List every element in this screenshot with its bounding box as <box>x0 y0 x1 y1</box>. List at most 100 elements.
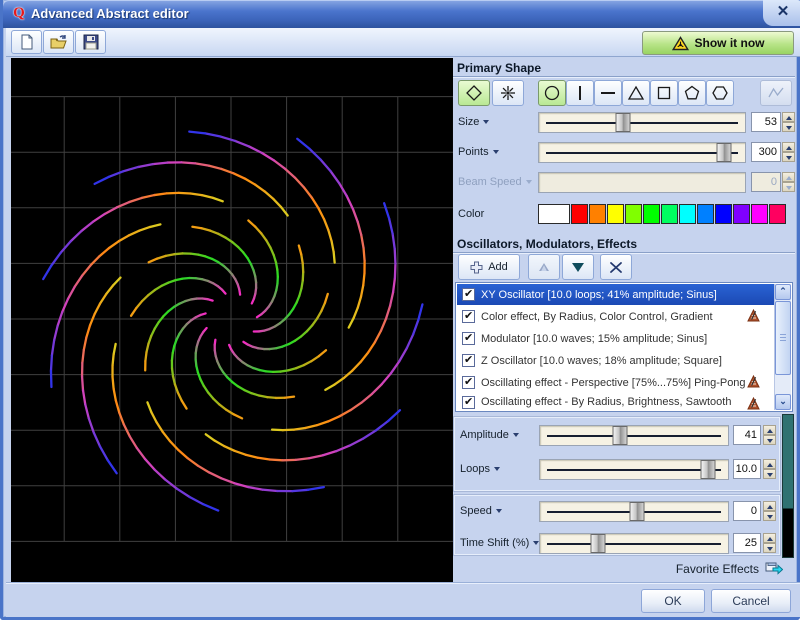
open-button[interactable] <box>43 30 74 54</box>
effect-row-3[interactable]: Z Oscillator [10.0 waves; 18% amplitude;… <box>457 350 774 371</box>
effect-row-2[interactable]: Modulator [10.0 waves; 15% amplitude; Si… <box>457 328 774 349</box>
speed-label: Speed <box>460 505 502 517</box>
effects-scrollbar[interactable]: ⌃ ⌄ <box>774 284 791 410</box>
scroll-up-button[interactable]: ⌃ <box>775 284 791 300</box>
beam-speed-spin-down[interactable] <box>782 182 795 192</box>
effect-checkbox-3[interactable] <box>462 354 475 367</box>
star-burst-mode-button[interactable] <box>492 80 524 106</box>
points-slider[interactable] <box>538 142 746 163</box>
save-floppy-icon <box>83 34 99 50</box>
color-swatch-2[interactable] <box>589 204 606 224</box>
time-shift-spin-down[interactable] <box>763 543 776 553</box>
effect-checkbox-5[interactable] <box>462 396 475 409</box>
time-shift-spin-up[interactable] <box>763 533 776 543</box>
color-swatch-6[interactable] <box>661 204 678 224</box>
time-shift-slider-thumb[interactable] <box>590 534 605 553</box>
loops-spin-up[interactable] <box>763 459 776 469</box>
delete-effect-button[interactable] <box>600 254 632 280</box>
amplitude-slider[interactable] <box>539 425 729 446</box>
metronome-icon <box>747 375 760 391</box>
speed-slider[interactable] <box>539 501 729 522</box>
color-swatch-10[interactable] <box>733 204 750 224</box>
color-swatch-12[interactable] <box>769 204 786 224</box>
points-value[interactable]: 300 <box>751 142 781 162</box>
color-swatch-5[interactable] <box>643 204 660 224</box>
shape-vertical-line-button[interactable] <box>566 80 594 106</box>
speed-value[interactable]: 0 <box>733 501 761 521</box>
freehand-wave-icon <box>767 84 785 102</box>
scroll-down-button[interactable]: ⌄ <box>775 394 791 410</box>
window-title: Advanced Abstract editor <box>31 6 189 21</box>
shape-freehand-wave-button[interactable] <box>760 80 792 106</box>
points-spin-up[interactable] <box>782 142 795 152</box>
shape-triangle-button[interactable] <box>622 80 650 106</box>
size-dropdown-icon[interactable] <box>483 120 489 124</box>
effect-checkbox-4[interactable] <box>462 376 475 389</box>
abstract-diamond-mode-button[interactable] <box>458 80 490 106</box>
points-dropdown-icon[interactable] <box>493 150 499 154</box>
amplitude-dropdown-icon[interactable] <box>513 433 519 437</box>
shape-square-button[interactable] <box>650 80 678 106</box>
save-button[interactable] <box>75 30 106 54</box>
amplitude-spin-down[interactable] <box>763 435 776 445</box>
shape-hexagon-button[interactable] <box>706 80 734 106</box>
size-spin-up[interactable] <box>782 112 795 122</box>
effects-list[interactable]: XY Oscillator [10.0 loops; 41% amplitude… <box>455 282 793 412</box>
size-slider-thumb[interactable] <box>616 113 631 132</box>
speed-spin-down[interactable] <box>763 511 776 521</box>
cancel-button[interactable]: Cancel <box>711 589 791 613</box>
speed-dropdown-icon[interactable] <box>496 509 502 513</box>
move-effect-down-button[interactable] <box>562 254 594 280</box>
new-button[interactable] <box>11 30 42 54</box>
beam-speed-value[interactable]: 0 <box>751 172 781 192</box>
shape-horizontal-line-button[interactable] <box>594 80 622 106</box>
beam-speed-spin-up[interactable] <box>782 172 795 182</box>
loops-slider-thumb[interactable] <box>700 460 715 479</box>
time-shift-slider[interactable] <box>539 533 729 554</box>
size-spin-down[interactable] <box>782 122 795 132</box>
color-swatch-3[interactable] <box>607 204 624 224</box>
shape-pentagon-button[interactable] <box>678 80 706 106</box>
amplitude-spin-up[interactable] <box>763 425 776 435</box>
shape-circle-button[interactable] <box>538 80 566 106</box>
effect-label-1: Color effect, By Radius, Color Control, … <box>481 311 713 323</box>
points-slider-thumb[interactable] <box>716 143 731 162</box>
color-swatch-4[interactable] <box>625 204 642 224</box>
time-shift-value[interactable]: 25 <box>733 533 761 553</box>
effect-checkbox-0[interactable] <box>462 288 475 301</box>
size-slider[interactable] <box>538 112 746 133</box>
color-swatch-9[interactable] <box>715 204 732 224</box>
loops-slider[interactable] <box>539 459 729 480</box>
color-swatch-11[interactable] <box>751 204 768 224</box>
speed-slider-thumb[interactable] <box>630 502 645 521</box>
loops-value[interactable]: 10.0 <box>733 459 761 479</box>
amplitude-value[interactable]: 41 <box>733 425 761 445</box>
close-button[interactable]: ✕ <box>763 0 800 26</box>
beam-speed-dropdown-icon[interactable] <box>526 180 532 184</box>
effect-row-5[interactable]: Oscillating effect - By Radius, Brightne… <box>457 394 774 410</box>
size-value[interactable]: 53 <box>751 112 781 132</box>
loops-dropdown-icon[interactable] <box>494 467 500 471</box>
loops-spin-down[interactable] <box>763 469 776 479</box>
amplitude-slider-thumb[interactable] <box>613 426 628 445</box>
effect-row-1[interactable]: Color effect, By Radius, Color Control, … <box>457 306 774 327</box>
show-it-now-button[interactable]: Show it now <box>642 31 794 55</box>
new-file-icon <box>19 34 35 50</box>
speed-spin-up[interactable] <box>763 501 776 511</box>
effect-checkbox-1[interactable] <box>462 310 475 323</box>
points-spin-down[interactable] <box>782 152 795 162</box>
effect-row-0[interactable]: XY Oscillator [10.0 loops; 41% amplitude… <box>457 284 774 305</box>
effect-row-4[interactable]: Oscillating effect - Perspective [75%...… <box>457 372 774 393</box>
add-effect-button[interactable]: Add <box>458 254 520 280</box>
color-swatch-0[interactable] <box>538 204 570 224</box>
color-swatch-8[interactable] <box>697 204 714 224</box>
color-swatch-1[interactable] <box>571 204 588 224</box>
favorite-effects-icon[interactable] <box>765 562 783 578</box>
scrollbar-thumb[interactable] <box>775 301 791 375</box>
favorite-effects-link[interactable]: Favorite Effects <box>676 562 759 576</box>
move-effect-up-button[interactable] <box>528 254 560 280</box>
effect-checkbox-2[interactable] <box>462 332 475 345</box>
color-swatch-7[interactable] <box>679 204 696 224</box>
up-arrow-icon <box>539 263 549 271</box>
ok-button[interactable]: OK <box>641 589 705 613</box>
